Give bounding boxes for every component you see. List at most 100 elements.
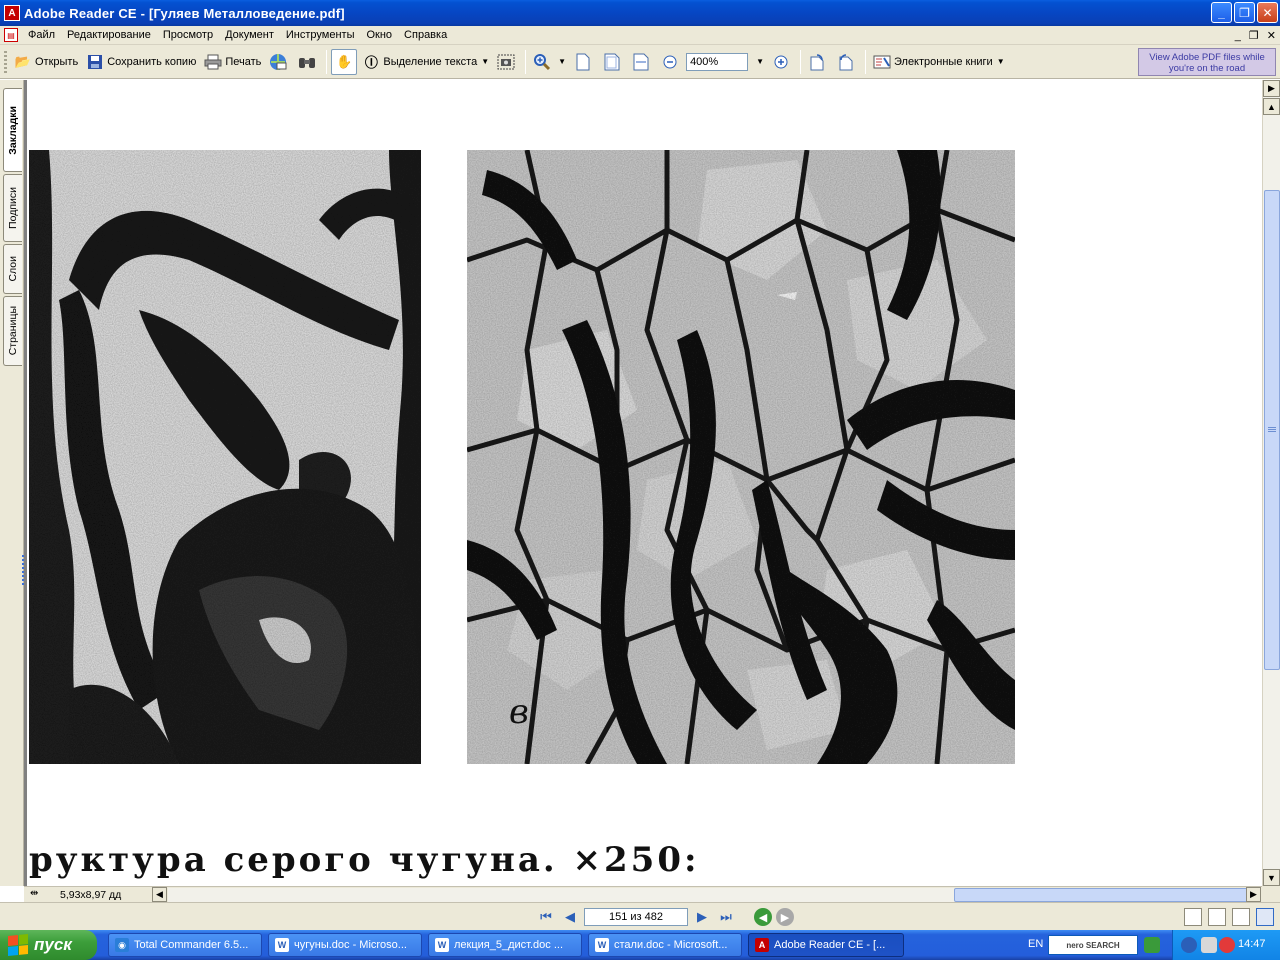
taskbar-item-word-stali[interactable]: W стали.doc - Microsoft... — [588, 933, 742, 957]
minimize-button[interactable]: _ — [1211, 2, 1232, 23]
chevron-down-icon[interactable]: ▼ — [558, 57, 566, 66]
horizontal-scroll-track[interactable] — [168, 888, 1248, 902]
windows-logo-icon — [8, 933, 28, 957]
nero-go-icon[interactable] — [1144, 937, 1160, 953]
save-copy-button[interactable]: Сохранить копию — [83, 49, 199, 75]
toolbar-separator — [799, 49, 801, 74]
tab-bookmarks[interactable]: Закладки — [3, 88, 22, 172]
page-number-input[interactable]: 151 из 482 — [584, 908, 688, 926]
fit-page-button[interactable] — [600, 49, 627, 75]
start-label: пуск — [34, 935, 72, 954]
single-page-layout-button[interactable] — [1184, 908, 1202, 926]
document-view[interactable]: в руктура серого чугуна. ×250: — [24, 80, 1262, 886]
taskbar-item-word-chuguny[interactable]: W чугуны.doc - Microso... — [268, 933, 422, 957]
system-clock[interactable]: 14:47 — [1238, 938, 1266, 950]
doc-minimize-button[interactable]: _ — [1235, 30, 1241, 42]
first-page-button[interactable]: ⏮ — [536, 907, 556, 927]
vertical-scrollbar[interactable]: ▶ ▲ ▼ — [1262, 80, 1280, 886]
pdf-document-icon[interactable]: ▤ — [4, 28, 18, 42]
figure-label: в — [509, 692, 529, 732]
scrollbar-corner — [1262, 886, 1280, 902]
expand-arrows-icon[interactable]: ⇹ — [30, 888, 38, 899]
tray-collapse-icon[interactable] — [1181, 937, 1197, 953]
last-page-button[interactable]: ⏭ — [716, 907, 736, 927]
menu-window[interactable]: Окно — [360, 29, 398, 41]
horizontal-scroll-thumb[interactable] — [954, 888, 1248, 902]
menu-view[interactable]: Просмотр — [157, 29, 219, 41]
print-button[interactable]: Печать — [201, 49, 264, 75]
camera-icon — [497, 53, 515, 71]
word-icon: W — [435, 938, 449, 952]
zoom-in-icon — [772, 53, 790, 71]
chevron-down-icon[interactable]: ▼ — [481, 57, 489, 66]
continuous-layout-button[interactable] — [1208, 908, 1226, 926]
zoom-dropdown[interactable]: ▼ — [749, 49, 767, 75]
tray-antivirus-icon[interactable] — [1219, 937, 1235, 953]
close-button[interactable]: ✕ — [1257, 2, 1278, 23]
taskbar-item-word-lekciya[interactable]: W лекция_5_дист.doc ... — [428, 933, 582, 957]
rotate-clockwise-button[interactable] — [805, 49, 832, 75]
banner-line-1: View Adobe PDF files while — [1149, 52, 1265, 63]
menu-edit[interactable]: Редактирование — [61, 29, 157, 41]
previous-page-button[interactable]: ◀ — [560, 907, 580, 927]
scroll-down-button[interactable]: ▼ — [1263, 869, 1280, 886]
scroll-left-button[interactable]: ◀ — [152, 887, 167, 902]
maximize-button[interactable]: ❐ — [1234, 2, 1255, 23]
word-icon: W — [595, 938, 609, 952]
select-text-button[interactable]: Ⓘ Выделение текста ▼ — [359, 49, 492, 75]
toolbar-grip[interactable] — [4, 50, 7, 73]
next-page-button[interactable]: ▶ — [692, 907, 712, 927]
tab-bookmarks-label: Закладки — [7, 105, 19, 155]
tab-pages[interactable]: Страницы — [3, 296, 22, 366]
taskbar-item-total-commander[interactable]: ◉ Total Commander 6.5... — [108, 933, 262, 957]
fit-width-button[interactable] — [629, 49, 656, 75]
tab-signatures[interactable]: Подписи — [3, 174, 22, 242]
doc-restore-button[interactable]: ❐ — [1249, 29, 1259, 42]
print-label: Печать — [225, 55, 262, 68]
nero-search-box[interactable]: nero SEARCH — [1048, 935, 1138, 955]
menu-file[interactable]: Файл — [22, 29, 61, 41]
toolbar-separator — [525, 49, 527, 74]
taskbar-item-label: лекция_5_дист.doc ... — [454, 939, 564, 951]
zoom-level-input[interactable]: 400% — [686, 52, 749, 71]
doc-close-button[interactable]: ✕ — [1267, 29, 1276, 42]
taskbar-item-adobe-reader[interactable]: A Adobe Reader CE - [... — [748, 933, 904, 957]
banner-line-2: you're on the road — [1168, 63, 1246, 74]
toolbar: 📂 Открыть Сохранить копию Печать ✋ Ⓘ Выд… — [0, 45, 1280, 79]
ebooks-button[interactable]: Электронные книги ▼ — [870, 49, 1008, 75]
taskbar-item-label: стали.doc - Microsoft... — [614, 939, 728, 951]
globe-mail-icon — [269, 53, 287, 71]
magnifier-icon — [533, 53, 551, 71]
go-forward-button[interactable]: ▶ — [776, 908, 794, 926]
actual-size-button[interactable] — [571, 49, 598, 75]
scroll-up-button[interactable]: ▲ — [1263, 98, 1280, 115]
zoom-in-button[interactable] — [769, 49, 796, 75]
snapshot-button[interactable] — [494, 49, 521, 75]
menu-tools[interactable]: Инструменты — [280, 29, 361, 41]
chevron-down-icon[interactable]: ▼ — [997, 57, 1005, 66]
start-button[interactable]: пуск — [0, 930, 97, 960]
tray-network-icon[interactable] — [1201, 937, 1217, 953]
adobe-reader-icon: A — [4, 5, 20, 21]
language-indicator[interactable]: EN — [1028, 938, 1043, 950]
hand-tool-button[interactable]: ✋ — [331, 48, 358, 75]
tab-layers[interactable]: Слои — [3, 244, 22, 294]
adobe-promo-banner[interactable]: View Adobe PDF files while you're on the… — [1138, 48, 1276, 76]
facing-layout-button[interactable] — [1232, 908, 1250, 926]
scroll-page-menu-arrow[interactable]: ▶ — [1263, 80, 1280, 97]
menu-help[interactable]: Справка — [398, 29, 453, 41]
email-button[interactable] — [266, 49, 293, 75]
menu-document[interactable]: Документ — [219, 29, 280, 41]
rotate-counterclockwise-button[interactable] — [834, 49, 861, 75]
scroll-right-button[interactable]: ▶ — [1246, 887, 1261, 902]
open-button[interactable]: 📂 Открыть — [11, 49, 81, 75]
continuous-facing-layout-button[interactable] — [1256, 908, 1274, 926]
vertical-scroll-thumb[interactable] — [1264, 190, 1280, 670]
taskbar-item-label: Adobe Reader CE - [... — [774, 939, 886, 951]
zoom-out-button[interactable] — [658, 49, 685, 75]
go-back-button[interactable]: ◀ — [754, 908, 772, 926]
zoom-in-tool-button[interactable]: ▼ — [530, 49, 569, 75]
search-button[interactable] — [295, 49, 322, 75]
chevron-down-icon: ▼ — [756, 57, 764, 66]
hand-icon: ✋ — [336, 53, 353, 69]
